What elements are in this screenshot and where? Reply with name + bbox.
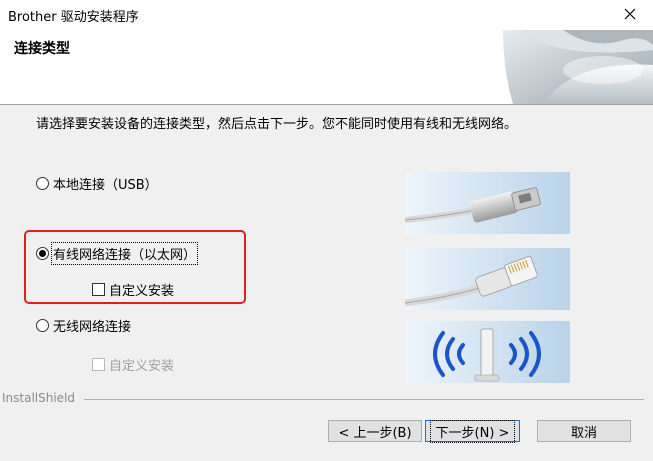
- back-button-label: < 上一步(B): [338, 425, 412, 441]
- checkbox-wired-custom[interactable]: 自定义安装: [92, 280, 174, 299]
- checkbox-wireless-custom-label: 自定义安装: [109, 359, 175, 374]
- next-button[interactable]: 下一步(N) >: [425, 419, 520, 443]
- radio-usb-circle[interactable]: [36, 177, 49, 190]
- radio-wireless[interactable]: 无线网络连接: [36, 316, 131, 335]
- next-button-label: 下一步(N) >: [429, 419, 516, 443]
- usb-cable-illustration: [405, 172, 570, 234]
- checkbox-wireless-custom-box: [92, 358, 105, 371]
- page-title: 连接类型: [14, 41, 70, 57]
- radio-wired[interactable]: 有线网络连接（以太网）: [36, 242, 199, 265]
- cancel-button[interactable]: 取消: [537, 420, 631, 442]
- radio-wireless-circle[interactable]: [36, 319, 49, 332]
- installer-window: Brother 驱动安装程序 连接类型 请选择要安装设备的连接类型，然后点击下一…: [0, 0, 653, 461]
- header-banner: 连接类型: [0, 30, 653, 105]
- cancel-button-label: 取消: [570, 425, 597, 441]
- radio-usb-label: 本地连接（USB）: [53, 178, 158, 193]
- close-button[interactable]: [613, 0, 647, 28]
- radio-selected-dot: [39, 250, 46, 257]
- window-title: Brother 驱动安装程序: [8, 10, 139, 25]
- checkbox-wired-custom-label: 自定义安装: [109, 284, 175, 299]
- instruction-text: 请选择要安装设备的连接类型，然后点击下一步。您不能同时使用有线和无线网络。: [36, 117, 518, 132]
- wireless-router-illustration: [405, 321, 570, 383]
- installshield-brand: InstallShield: [2, 391, 76, 405]
- radio-wired-circle[interactable]: [36, 247, 49, 260]
- radio-usb[interactable]: 本地连接（USB）: [36, 174, 158, 193]
- checkbox-wireless-custom: 自定义安装: [92, 355, 174, 374]
- radio-wireless-label: 无线网络连接: [53, 320, 132, 335]
- title-bar: Brother 驱动安装程序: [0, 0, 653, 30]
- close-icon: [624, 8, 636, 20]
- footer-divider: [84, 399, 644, 400]
- banner-artwork: [503, 30, 653, 104]
- back-button[interactable]: < 上一步(B): [328, 420, 422, 442]
- radio-wired-label: 有线网络连接（以太网）: [50, 242, 199, 265]
- checkbox-wired-custom-box[interactable]: [92, 283, 105, 296]
- ethernet-cable-illustration: [405, 248, 570, 310]
